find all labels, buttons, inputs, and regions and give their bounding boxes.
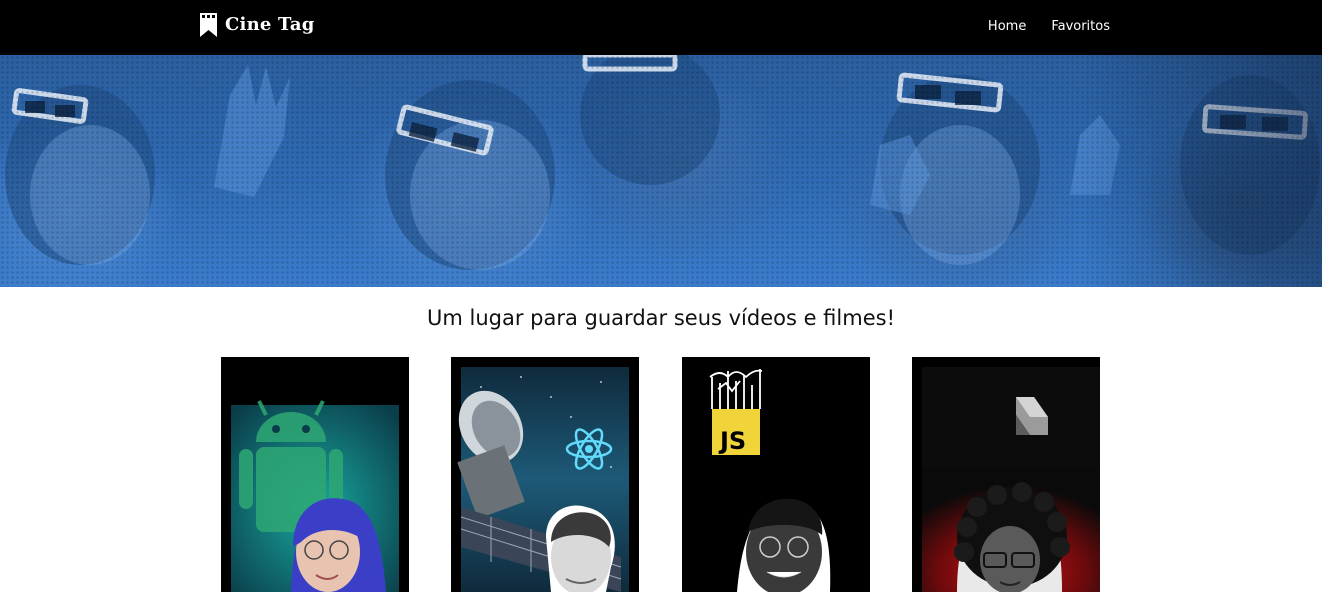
logo-text: Cine Tag (225, 14, 315, 35)
audience-3d-glasses-banner (5, 55, 1320, 270)
dart-thumbnail (922, 367, 1100, 592)
hero-banner (0, 55, 1322, 287)
video-card-dart[interactable] (912, 357, 1100, 592)
react-thumbnail (457, 367, 629, 592)
js-logo-label: JS (718, 427, 746, 455)
video-card-android[interactable] (221, 357, 409, 592)
nav-link-home[interactable]: Home (988, 18, 1026, 36)
page-headline: Um lugar para guardar seus vídeos e film… (427, 306, 895, 330)
bookmark-film-icon (200, 13, 217, 37)
android-thumbnail (231, 400, 399, 592)
video-card-react[interactable] (451, 357, 639, 592)
banner-shade (1082, 55, 1322, 287)
top-navbar: Cine Tag Home Favoritos (0, 0, 1322, 55)
main-nav: Home Favoritos (988, 18, 1110, 36)
video-card-javascript[interactable]: JS (682, 357, 870, 592)
nav-link-favoritos[interactable]: Favoritos (1051, 18, 1110, 36)
logo-link[interactable]: Cine Tag (200, 12, 315, 38)
video-card-list: JS (221, 357, 1101, 592)
javascript-thumbnail: JS (682, 357, 870, 592)
